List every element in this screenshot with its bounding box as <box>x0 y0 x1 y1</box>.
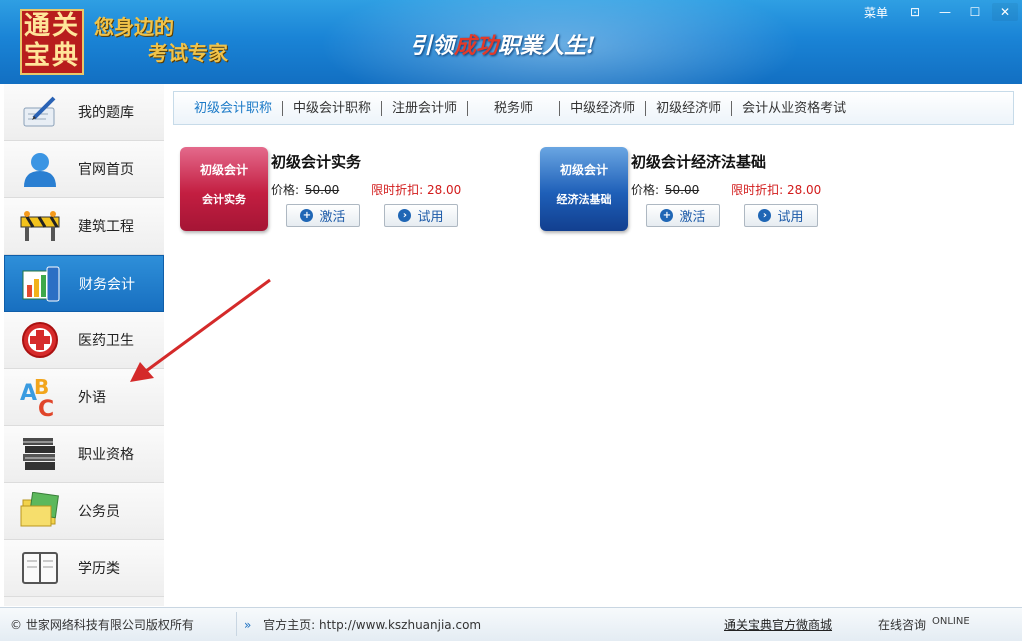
discount-price: 28.00 <box>787 183 821 197</box>
double-chevron-icon: » <box>244 618 251 632</box>
header-slogan: 您身边的 考试专家 <box>94 14 228 66</box>
online-consult-link[interactable]: 在线咨询 <box>878 616 926 633</box>
product-title: 初级会计实务 <box>271 151 361 172</box>
copyright-text: © 世家网络科技有限公司版权所有 <box>10 616 194 633</box>
tagline-part-c: 职業人生! <box>498 33 596 59</box>
tab-tax-advisor[interactable]: 税务师 <box>468 101 560 116</box>
tab-intermediate-economist[interactable]: 中级经济师 <box>560 101 646 116</box>
pen-notebook-icon <box>18 90 62 134</box>
online-status-badge[interactable]: ONLINE <box>932 616 970 627</box>
app-header: 通关 宝典 您身边的 考试专家 引领成功职業人生! 菜单 ⊡ — ☐ ✕ <box>0 0 1022 84</box>
homepage-link[interactable]: http://www.kszhuanjia.com <box>319 618 481 632</box>
activate-button[interactable]: + 激活 <box>286 204 360 227</box>
slogan-line-2: 考试专家 <box>94 40 228 66</box>
discount-label: 限时折扣: <box>371 183 423 197</box>
restore-icon[interactable]: ⊡ <box>902 3 928 21</box>
price-label: 价格: <box>631 183 659 197</box>
original-price: 50.00 <box>305 183 339 197</box>
abc-letters-icon: ABC <box>18 375 62 419</box>
price-label: 价格: <box>271 183 299 197</box>
trial-button[interactable]: › 试用 <box>744 204 818 227</box>
minimize-icon[interactable]: — <box>932 3 958 21</box>
activate-label: 激活 <box>319 206 345 225</box>
product-cover[interactable]: 初级会计 会计实务 <box>180 147 268 231</box>
tagline-highlight: 成功 <box>454 33 498 59</box>
logo-bottom-text: 宝典 <box>22 41 82 71</box>
tab-junior-accounting[interactable]: 初级会计职称 <box>184 101 283 116</box>
discount-price: 28.00 <box>427 183 461 197</box>
tab-intermediate-accounting[interactable]: 中级会计职称 <box>283 101 382 116</box>
tab-junior-economist[interactable]: 初级经济师 <box>646 101 732 116</box>
sidebar-label-professional-qualification: 职业资格 <box>78 444 134 464</box>
product-title: 初级会计经济法基础 <box>631 151 766 172</box>
activate-label: 激活 <box>679 206 705 225</box>
folder-documents-icon <box>18 489 62 533</box>
sidebar-item-academic[interactable]: 学历类 <box>4 540 164 597</box>
app-logo: 通关 宝典 <box>20 9 84 75</box>
close-icon[interactable]: ✕ <box>992 3 1018 21</box>
maximize-icon[interactable]: ☐ <box>962 3 988 21</box>
homepage-label: 官方主页: <box>263 618 315 632</box>
cover-top-text: 初级会计 <box>180 161 268 178</box>
cover-bottom-text: 经济法基础 <box>540 191 628 207</box>
activate-button[interactable]: + 激活 <box>646 204 720 227</box>
menu-button[interactable]: 菜单 <box>864 4 888 21</box>
sidebar-item-civil-servant[interactable]: 公务员 <box>4 483 164 540</box>
tab-accounting-qualification[interactable]: 会计从业资格考试 <box>732 101 856 116</box>
slogan-line-1: 您身边的 <box>94 14 228 40</box>
product-card: 初级会计 会计实务 初级会计实务 价格: 50.00 限时折扣: 28.00 +… <box>180 147 520 237</box>
official-shop-link[interactable]: 通关宝典官方微商城 <box>724 616 832 633</box>
window-controls: 菜单 ⊡ — ☐ ✕ <box>864 2 1018 22</box>
sidebar-label-official-home: 官网首页 <box>78 159 134 179</box>
sidebar-label-academic: 学历类 <box>78 558 120 578</box>
svg-text:B: B <box>34 376 49 399</box>
sidebar-item-official-home[interactable]: 官网首页 <box>4 141 164 198</box>
tagline-part-a: 引领 <box>410 33 454 59</box>
construction-barrier-icon <box>18 204 62 248</box>
notebook-icon <box>18 546 62 590</box>
product-cover[interactable]: 初级会计 经济法基础 <box>540 147 628 231</box>
cover-bottom-text: 会计实务 <box>180 191 268 207</box>
arrow-right-icon: › <box>398 209 411 222</box>
category-tabs: 初级会计职称 中级会计职称 注册会计师 税务师 中级经济师 初级经济师 会计从业… <box>173 91 1014 125</box>
original-price: 50.00 <box>665 183 699 197</box>
status-divider <box>236 612 237 636</box>
logo-top-text: 通关 <box>22 11 82 41</box>
sidebar-item-professional-qualification[interactable]: 职业资格 <box>4 426 164 483</box>
sidebar-item-my-questions[interactable]: 我的题库 <box>4 84 164 141</box>
sidebar-label-civil-servant: 公务员 <box>78 501 120 521</box>
finance-chart-icon <box>19 262 63 306</box>
book-stack-icon <box>18 432 62 476</box>
header-tagline: 引领成功职業人生! <box>410 28 596 60</box>
tab-cpa[interactable]: 注册会计师 <box>382 101 468 116</box>
svg-text:C: C <box>38 397 54 418</box>
homepage-info: » 官方主页: http://www.kszhuanjia.com <box>244 616 481 633</box>
user-person-icon <box>18 147 62 191</box>
product-card: 初级会计 经济法基础 初级会计经济法基础 价格: 50.00 限时折扣: 28.… <box>540 147 880 237</box>
medical-cross-icon <box>18 318 62 362</box>
sidebar-label-my-questions: 我的题库 <box>78 102 134 122</box>
arrow-right-icon: › <box>758 209 771 222</box>
trial-label: 试用 <box>777 206 803 225</box>
sidebar-item-construction[interactable]: 建筑工程 <box>4 198 164 255</box>
trial-label: 试用 <box>417 206 443 225</box>
discount-label: 限时折扣: <box>731 183 783 197</box>
status-bar: © 世家网络科技有限公司版权所有 » 官方主页: http://www.kszh… <box>0 607 1022 641</box>
product-price-line: 价格: 50.00 限时折扣: 28.00 <box>271 181 461 198</box>
annotation-arrow <box>120 270 280 390</box>
cover-top-text: 初级会计 <box>540 161 628 178</box>
plus-icon: + <box>300 209 313 222</box>
plus-icon: + <box>660 209 673 222</box>
sidebar-label-construction: 建筑工程 <box>78 216 134 236</box>
sidebar-label-foreign-language: 外语 <box>78 387 106 407</box>
trial-button[interactable]: › 试用 <box>384 204 458 227</box>
product-price-line: 价格: 50.00 限时折扣: 28.00 <box>631 181 821 198</box>
